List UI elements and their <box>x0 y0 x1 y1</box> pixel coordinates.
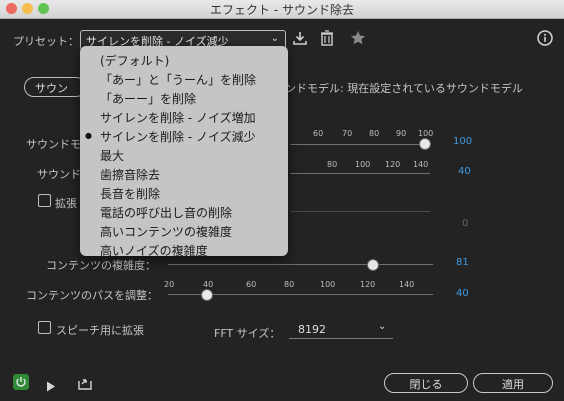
star-icon[interactable] <box>350 30 366 50</box>
content-complexity-value: 81 <box>456 257 469 268</box>
chevron-down-icon: ⌄ <box>378 321 387 332</box>
sound2-tick-80: 80 <box>327 160 338 169</box>
content-pass-tick-60: 60 <box>246 280 257 289</box>
tab-sound-model-label: サウン <box>35 82 68 95</box>
disabled-value: 0 <box>462 218 469 229</box>
sound-model-slider-label: サウンドモ <box>26 138 81 151</box>
content-pass-tick-80: 80 <box>284 280 295 289</box>
content-pass-tick-100: 100 <box>320 280 336 289</box>
dropdown-item-high-noise[interactable]: 高いノイズの複雑度 <box>100 242 208 259</box>
sound2-tick-100: 100 <box>355 160 371 169</box>
dropdown-item-max[interactable]: 最大 <box>100 147 124 164</box>
content-pass-tick-140: 140 <box>399 280 415 289</box>
speech-checkbox[interactable] <box>38 321 51 334</box>
content-complexity-knob[interactable] <box>367 259 379 271</box>
tab-sound-model[interactable]: サウン <box>24 77 86 97</box>
content-pass-label: コンテンツのパスを調整： <box>26 289 158 302</box>
extend-label: 拡張 <box>55 197 77 210</box>
dropdown-item-remove-long[interactable]: 長音を削除 <box>100 185 160 202</box>
sound-model-tick-100: 100 <box>418 129 434 138</box>
apply-button-label: 適用 <box>502 378 524 391</box>
preset-label: プリセット： <box>13 35 79 48</box>
download-icon[interactable] <box>292 30 308 50</box>
sound-model-track <box>290 144 430 145</box>
dropdown-item-high-content[interactable]: 高いコンテンツの複雑度 <box>100 223 232 240</box>
trash-icon[interactable] <box>320 30 334 50</box>
sound2-value: 40 <box>458 166 471 177</box>
title-bar: エフェクト - サウンド除去 <box>0 0 564 19</box>
content-pass-tick-20: 20 <box>164 280 175 289</box>
dropdown-item-deess[interactable]: 歯擦音除去 <box>100 166 160 183</box>
info-icon[interactable] <box>537 30 553 50</box>
content-pass-tick-40: 40 <box>203 280 214 289</box>
fft-size-value: 8192 <box>298 323 326 336</box>
dropdown-item-siren-noise-reduce[interactable]: サイレンを削除 - ノイズ減少 <box>100 128 256 145</box>
sound2-track <box>290 173 430 174</box>
dropdown-item-default[interactable]: (デフォルト) <box>100 52 169 69</box>
power-icon <box>16 377 26 387</box>
sound-slider-2-label: サウンド <box>37 168 81 181</box>
selected-bullet-icon: ● <box>85 131 92 140</box>
preset-dropdown-menu: (デフォルト) 「あー」と「うーん」を削除 「あーー」を削除 サイレンを削除 -… <box>80 46 288 259</box>
window-title: エフェクト - サウンド除去 <box>210 3 354 17</box>
sound-model-status: ンドモデル: 現在設定されているサウンドモデル <box>285 82 523 95</box>
fft-label: FFT サイズ： <box>214 327 281 340</box>
content-pass-tick-120: 120 <box>360 280 376 289</box>
dropdown-item-siren-noise-increase[interactable]: サイレンを削除 - ノイズ増加 <box>100 109 256 126</box>
content-pass-knob[interactable] <box>201 289 213 301</box>
power-toggle[interactable] <box>13 374 29 390</box>
export-icon[interactable] <box>77 375 93 394</box>
close-button-label: 閉じる <box>409 378 443 391</box>
play-icon[interactable] <box>46 377 56 396</box>
close-button[interactable]: 閉じる <box>384 373 468 393</box>
apply-button[interactable]: 適用 <box>473 373 553 393</box>
extend-checkbox[interactable] <box>38 194 51 207</box>
content-pass-value: 40 <box>456 288 469 299</box>
sound-model-tick-90: 90 <box>396 129 407 138</box>
disabled-track <box>290 211 430 212</box>
dropdown-item-remove-ah-um[interactable]: 「あー」と「うーん」を削除 <box>100 71 256 88</box>
sound2-tick-120: 120 <box>385 160 401 169</box>
sound-model-tick-80: 80 <box>369 129 380 138</box>
dropdown-item-remove-aah[interactable]: 「あーー」を削除 <box>100 90 196 107</box>
content-complexity-label: コンテンツの複雑度： <box>46 259 156 272</box>
sound2-tick-140: 140 <box>413 160 429 169</box>
sound-model-value: 100 <box>453 136 473 147</box>
dropdown-item-remove-ring[interactable]: 電話の呼び出し音の削除 <box>100 204 232 221</box>
chevron-down-icon: ⌄ <box>270 33 279 44</box>
sound-model-tick-60: 60 <box>313 129 324 138</box>
sound-model-tick-70: 70 <box>342 129 353 138</box>
content-complexity-track <box>168 264 433 265</box>
sound-model-knob[interactable] <box>419 138 431 150</box>
fft-size-select[interactable]: 8192 ⌄ <box>289 320 393 339</box>
speech-label: スピーチ用に拡張 <box>56 324 144 337</box>
